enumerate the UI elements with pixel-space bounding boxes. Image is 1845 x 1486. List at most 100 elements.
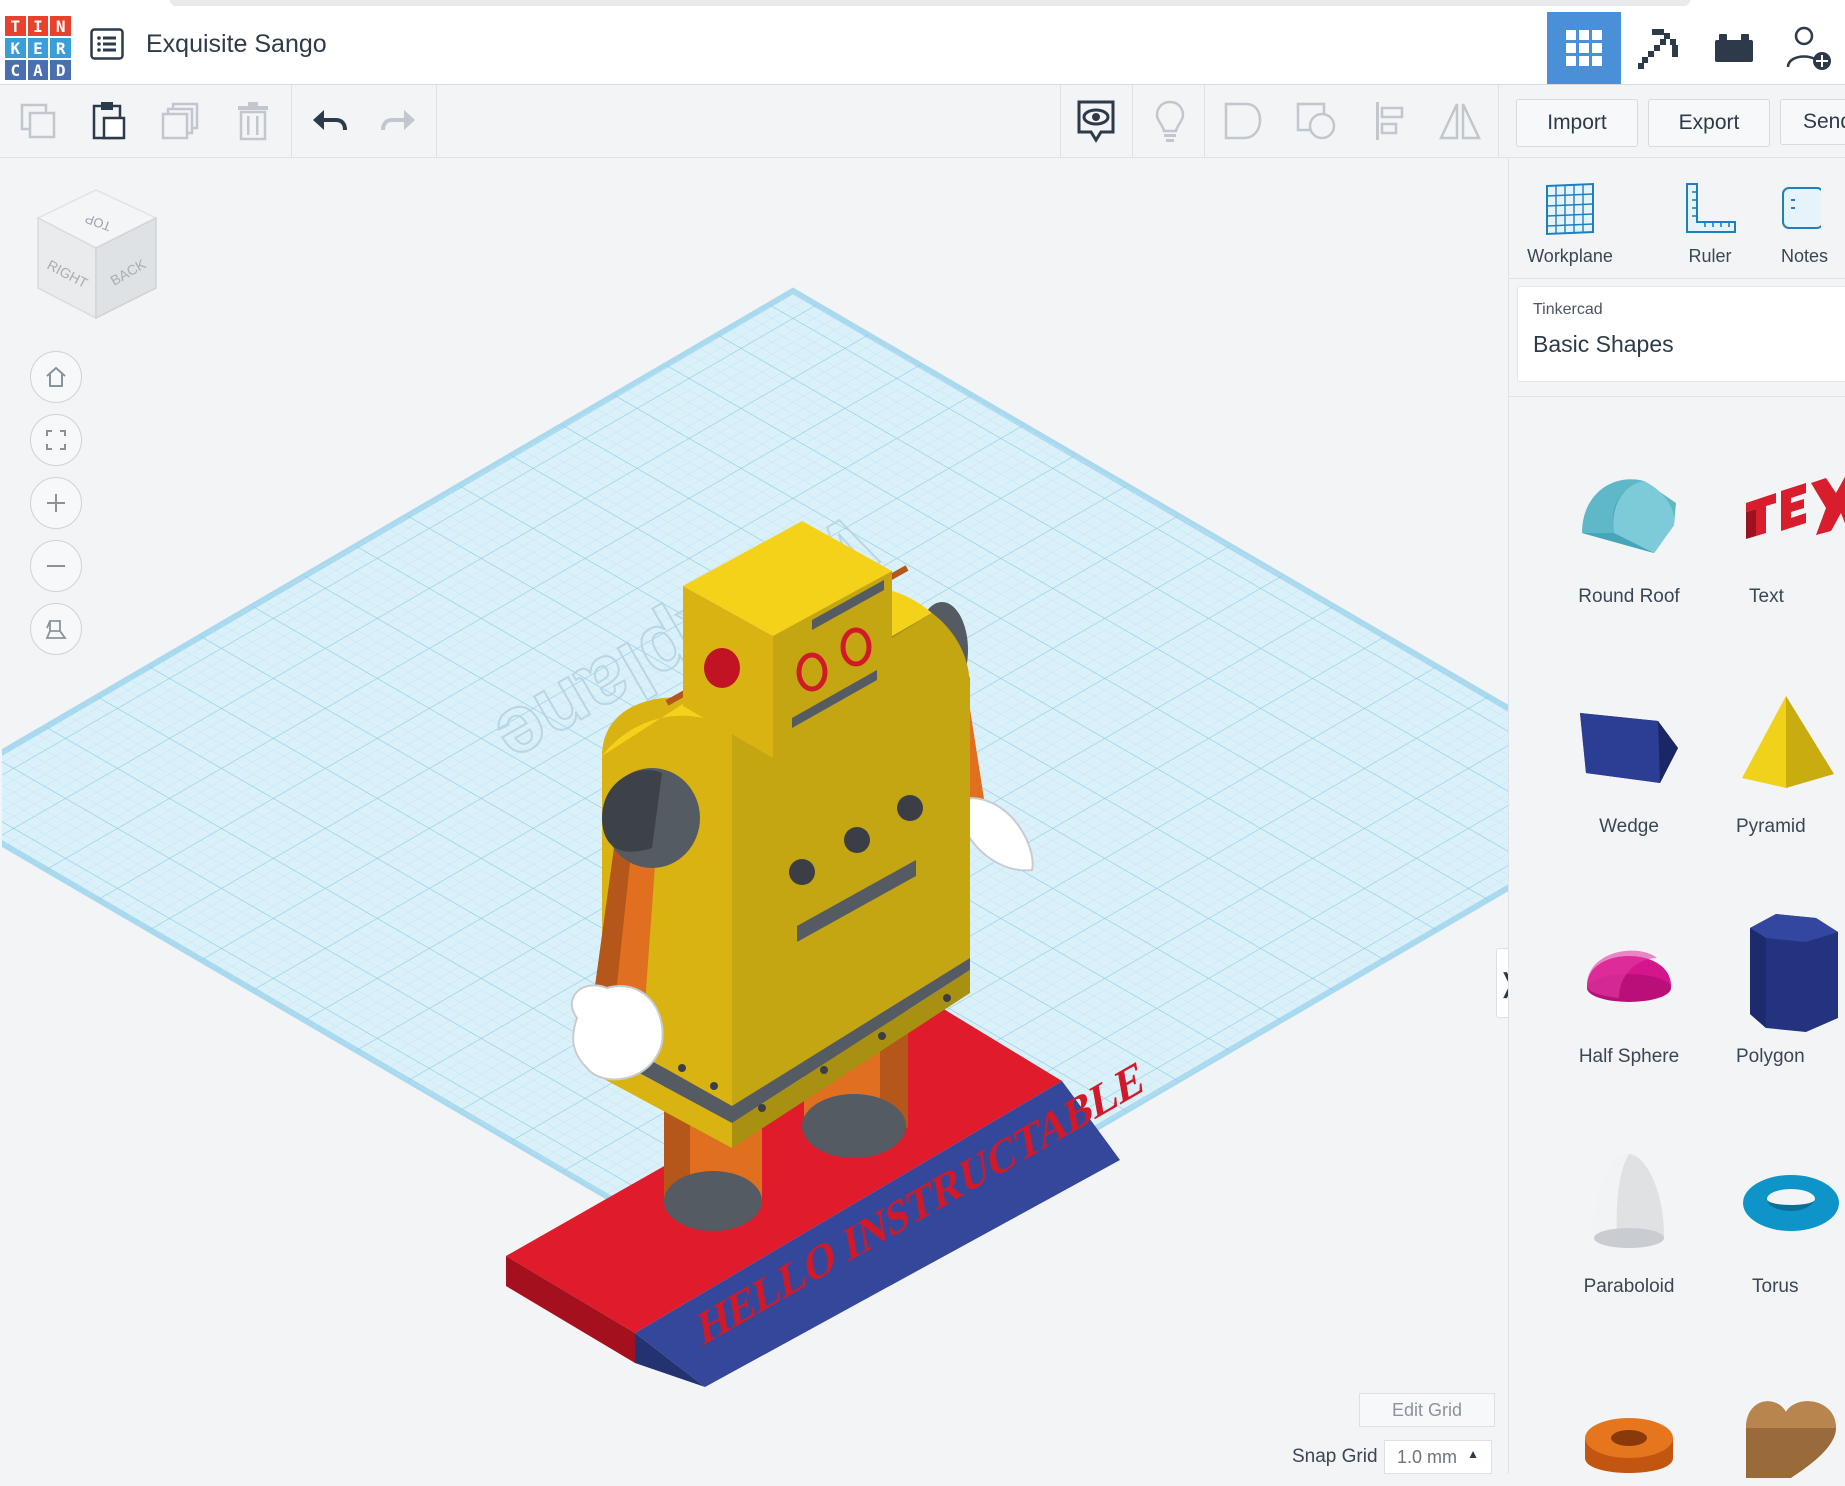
shapes-panel: Workplane Ruler Notes Tinkercad Basic Sh… <box>1508 158 1845 1478</box>
logo-letter: E <box>27 38 49 58</box>
add-user-button[interactable] <box>1772 12 1845 84</box>
workplane-scene[interactable]: Workplane HELLO INSTRUCTABLE <box>2 158 1508 1474</box>
shape-heart[interactable] <box>1736 1348 1845 1486</box>
caret-up-icon: ▲ <box>1467 1447 1479 1461</box>
heart-icon <box>1746 1401 1836 1478</box>
shape-tube[interactable] <box>1549 1348 1709 1486</box>
toolbar-separator <box>436 85 437 157</box>
home-icon <box>46 366 66 387</box>
shape-paraboloid[interactable]: Paraboloid <box>1549 1138 1709 1298</box>
logo-letter: N <box>50 16 71 36</box>
paste-icon <box>92 102 126 140</box>
toolbar-separator <box>1132 85 1133 157</box>
toolbar-separator <box>291 85 292 157</box>
logo-letter: T <box>5 16 26 36</box>
paraboloid-icon <box>1594 1154 1664 1248</box>
bricks-view-button[interactable] <box>1697 12 1771 84</box>
paste-button[interactable] <box>80 93 136 149</box>
snap-grid-label: Snap Grid <box>1292 1446 1378 1467</box>
shape-wedge[interactable]: Wedge <box>1549 678 1709 838</box>
redo-icon <box>381 110 415 131</box>
app-header: T I N K E R C A D Exquisite Sango <box>0 0 1845 85</box>
half-sphere-icon <box>1587 950 1671 1002</box>
lightbulb-icon <box>1155 100 1185 142</box>
edit-grid-button[interactable]: Edit Grid <box>1359 1393 1495 1427</box>
design-title[interactable]: Exquisite Sango <box>146 30 327 59</box>
send-to-button[interactable]: Send <box>1780 99 1845 145</box>
copy-icon <box>20 103 56 139</box>
logo-letter: A <box>27 60 49 80</box>
align-icon <box>1376 102 1404 140</box>
undo-button[interactable] <box>301 93 357 149</box>
panel-divider <box>1509 278 1845 279</box>
tube-icon <box>1585 1418 1673 1473</box>
shape-label: Polygon <box>1736 1046 1805 1067</box>
shape-label: Text <box>1749 586 1784 607</box>
home-view-button[interactable] <box>30 351 82 403</box>
add-user-icon <box>1786 26 1831 70</box>
ungroup-icon <box>1296 102 1336 140</box>
notes-tool-label: Notes <box>1781 246 1829 266</box>
delete-button[interactable] <box>225 93 281 149</box>
group-icon <box>1224 102 1262 140</box>
shape-half-sphere[interactable]: Half Sphere <box>1549 908 1709 1068</box>
minus-icon <box>47 565 65 567</box>
mirror-icon <box>1439 103 1481 140</box>
panel-collapse-button[interactable]: ❭ <box>1496 948 1508 1018</box>
library-title: Basic Shapes <box>1533 331 1674 357</box>
snap-grid-select[interactable]: 1.0 mm ▲ <box>1384 1440 1492 1474</box>
ruler-tool[interactable]: Ruler <box>1650 178 1770 267</box>
show-all-button[interactable] <box>1142 93 1198 149</box>
notes-tool[interactable]: Notes <box>1781 178 1845 267</box>
minecraft-view-button[interactable] <box>1622 12 1696 84</box>
align-button[interactable] <box>1362 93 1418 149</box>
ruler-tool-label: Ruler <box>1688 246 1732 266</box>
shape-library-selector[interactable]: Tinkercad Basic Shapes <box>1517 286 1845 382</box>
logo-letter: R <box>50 38 71 58</box>
fit-view-button[interactable] <box>30 414 82 466</box>
perspective-button[interactable] <box>30 603 82 655</box>
logo-letter: C <box>5 60 26 80</box>
perspective-icon <box>45 620 67 639</box>
3d-design-view-button[interactable] <box>1547 12 1621 84</box>
shape-round-roof[interactable]: Round Roof <box>1549 448 1709 608</box>
shape-label: Paraboloid <box>1583 1276 1675 1297</box>
3d-viewport[interactable]: Workplane HELLO INSTRUCTABLE <box>2 158 1508 1474</box>
wedge-icon <box>1580 713 1678 783</box>
workplane-tool-label: Workplane <box>1527 246 1613 266</box>
pyramid-icon <box>1742 696 1834 788</box>
shape-polygon[interactable]: Polygon <box>1736 908 1845 1068</box>
library-source: Tinkercad <box>1533 301 1603 318</box>
trash-icon <box>238 102 268 141</box>
view-cube[interactable]: TOP RIGHT BACK <box>34 188 164 328</box>
import-button[interactable]: Import <box>1516 99 1638 147</box>
toolbar-separator <box>1204 85 1205 157</box>
workplane-tool[interactable]: Workplane <box>1510 178 1630 267</box>
shape-torus[interactable]: Torus <box>1736 1138 1845 1298</box>
workplane-icon <box>1546 182 1594 236</box>
copy-button[interactable] <box>10 93 66 149</box>
export-button[interactable]: Export <box>1648 99 1770 147</box>
group-button[interactable] <box>1215 93 1271 149</box>
logo-letter: I <box>27 16 49 36</box>
zoom-out-button[interactable] <box>30 540 82 592</box>
duplicate-button[interactable] <box>152 93 208 149</box>
shape-label: Half Sphere <box>1578 1046 1680 1067</box>
shape-text[interactable]: Text <box>1736 448 1845 608</box>
logo-letter: K <box>5 38 26 58</box>
brick-icon <box>1715 34 1753 62</box>
snap-grid-value: 1.0 mm <box>1397 1446 1458 1467</box>
redo-button[interactable] <box>371 93 427 149</box>
zoom-in-button[interactable] <box>30 477 82 529</box>
shape-pyramid[interactable]: Pyramid <box>1736 678 1845 838</box>
shape-label: Round Roof <box>1578 586 1680 607</box>
panel-divider <box>1509 396 1845 397</box>
mirror-button[interactable] <box>1432 93 1488 149</box>
ungroup-button[interactable] <box>1288 93 1344 149</box>
notes-toggle-button[interactable] <box>1068 93 1124 149</box>
design-list-button[interactable] <box>90 28 124 60</box>
pickaxe-icon <box>1638 29 1678 69</box>
grid-icon <box>1566 30 1602 66</box>
shape-label: Pyramid <box>1736 816 1806 837</box>
tinkercad-logo[interactable]: T I N K E R C A D <box>5 16 71 80</box>
